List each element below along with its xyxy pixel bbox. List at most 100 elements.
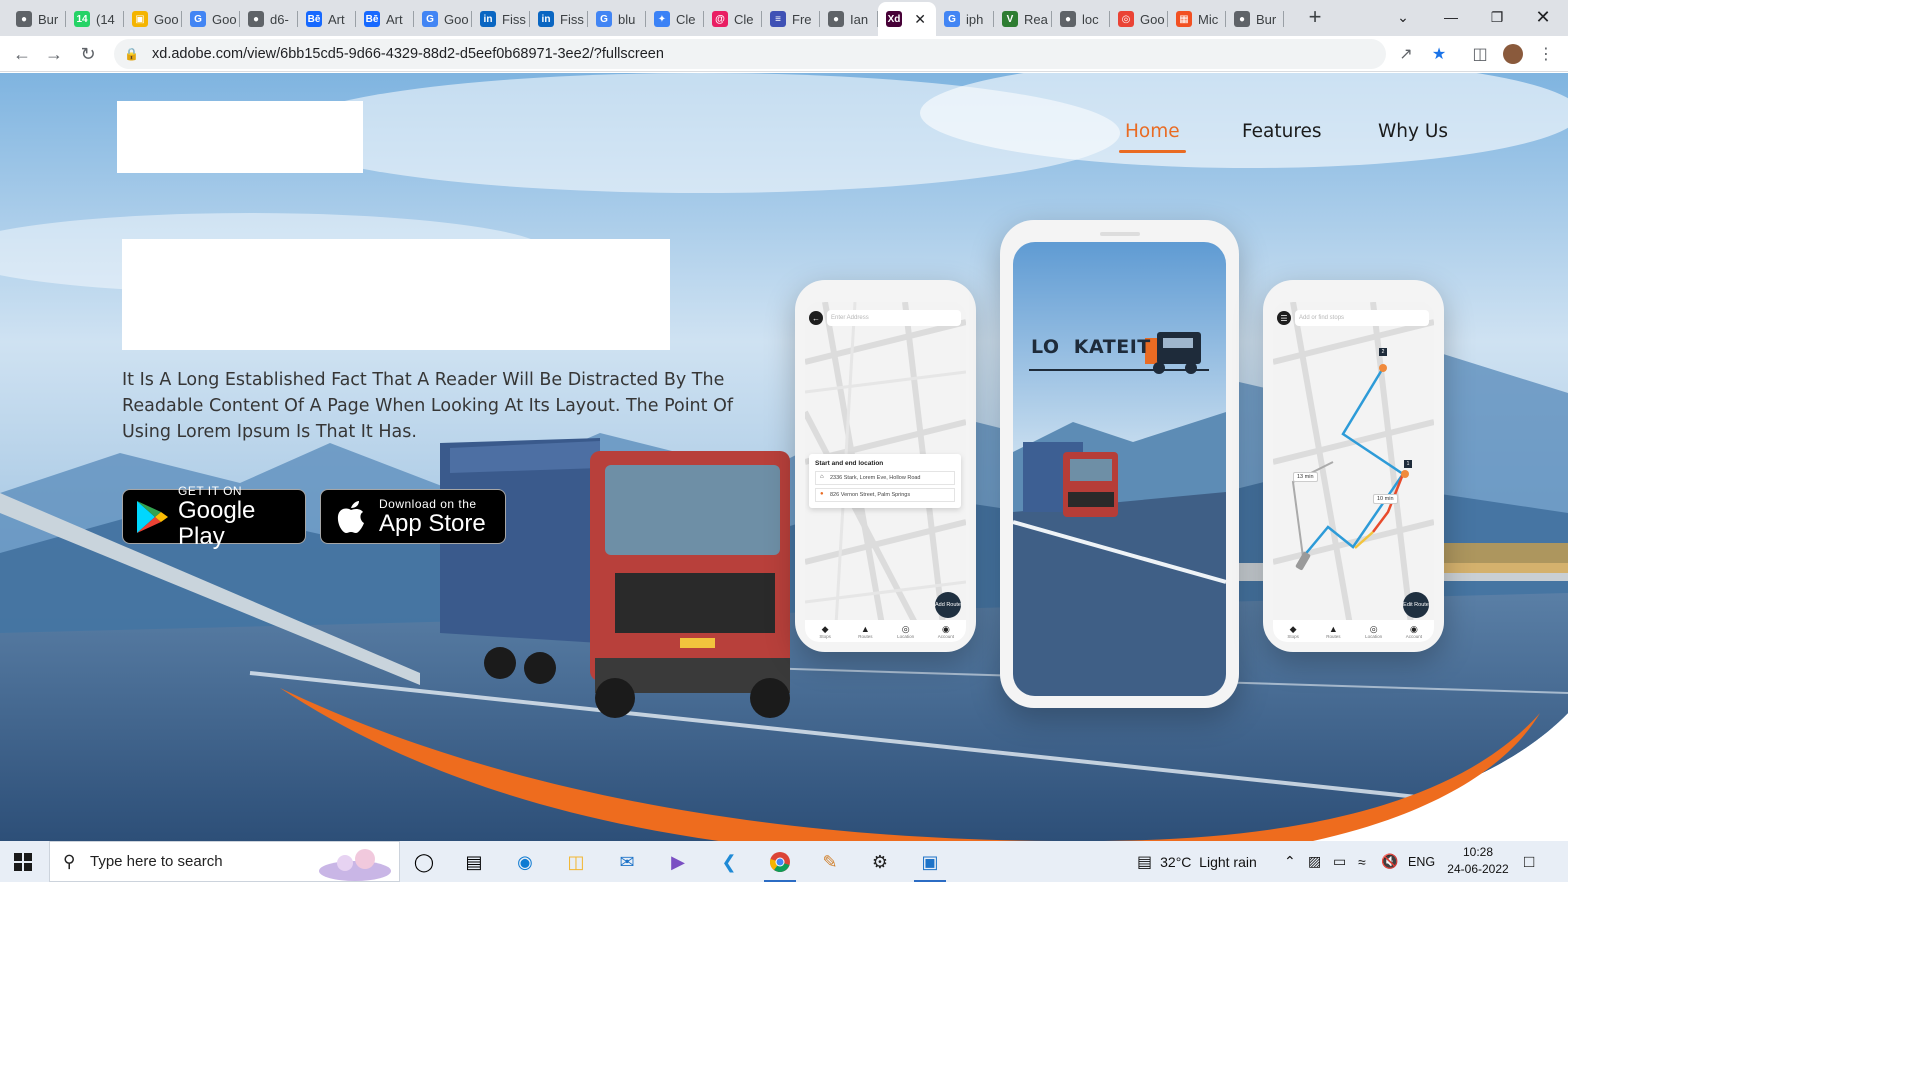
notifications-icon[interactable]: □ xyxy=(1524,841,1534,882)
cortana-icon[interactable]: ◯ xyxy=(404,845,444,879)
back-arrow-icon[interactable]: ← xyxy=(809,311,823,325)
browser-tab[interactable]: 14 (14 xyxy=(66,2,124,36)
browser-tab[interactable]: Giph xyxy=(936,2,994,36)
clock[interactable]: 10:28 24-06-2022 xyxy=(1440,844,1516,878)
tab-title: Mic xyxy=(1198,11,1219,27)
clock-date: 24-06-2022 xyxy=(1447,862,1509,876)
tab-title: iph xyxy=(966,11,984,27)
minimize-button[interactable]: — xyxy=(1428,0,1474,34)
xd-prototype-page: Home Features Why Us It Is A Long Establ… xyxy=(0,73,1568,841)
profile-avatar[interactable] xyxy=(1497,36,1529,72)
browser-tab[interactable]: ▦ Mic xyxy=(1168,2,1226,36)
browser-tab[interactable]: Xd ✕ xyxy=(878,2,936,36)
lookateit-logo: LO KATEIT xyxy=(1029,330,1213,376)
windows-start-icon[interactable] xyxy=(14,853,32,871)
forward-button[interactable]: → xyxy=(38,38,70,70)
address-search-field[interactable]: Enter Address xyxy=(827,310,961,326)
browser-tab[interactable]: in Fiss xyxy=(472,2,530,36)
app-store-button[interactable]: Download on the App Store xyxy=(320,489,506,544)
google-icon: G xyxy=(944,11,960,27)
google-icon: G xyxy=(422,11,438,27)
tab-title: Goo xyxy=(212,11,237,27)
menu-icon[interactable]: ☰ xyxy=(1277,311,1291,325)
vscode-icon[interactable]: ❮ xyxy=(709,845,749,879)
tab-title: Goo xyxy=(444,11,469,27)
google-play-button[interactable]: GET IT ON Google Play xyxy=(122,484,306,549)
browser-tab[interactable]: V Rea xyxy=(994,2,1052,36)
browser-tab[interactable]: in Fiss xyxy=(530,2,588,36)
tab-account[interactable]: ◉ Account xyxy=(1400,624,1428,639)
browser-tab[interactable]: ● Ian xyxy=(820,2,878,36)
tab-location[interactable]: ◎ Location xyxy=(1360,624,1388,639)
chrome-icon[interactable] xyxy=(760,845,800,882)
weather-widget[interactable]: ▤ 32°C Light rain xyxy=(1137,841,1257,882)
stops-icon: ◆ xyxy=(821,623,829,634)
visual-studio-icon[interactable]: ▶ xyxy=(658,845,698,879)
nav-features[interactable]: Features xyxy=(1242,121,1322,142)
volume-muted-icon[interactable]: 🔇 xyxy=(1381,841,1398,882)
show-hidden-icons[interactable]: ⌃ xyxy=(1284,841,1296,882)
browser-tab[interactable]: ▣ Goo xyxy=(124,2,182,36)
tab-location[interactable]: ◎ Location xyxy=(892,624,920,639)
bookmark-star-icon[interactable]: ★ xyxy=(1423,36,1455,72)
browser-tab[interactable]: Bē Art xyxy=(356,2,414,36)
browser-tab[interactable]: ✦ Cle xyxy=(646,2,704,36)
address-bar[interactable]: 🔒 xd.adobe.com/view/6bb15cd5-9d66-4329-8… xyxy=(114,39,1386,69)
tab-search-icon[interactable]: ⌄ xyxy=(1380,0,1426,34)
task-view-icon[interactable]: ▤ xyxy=(454,845,494,879)
back-button[interactable]: ← xyxy=(6,38,38,70)
wifi-icon[interactable]: ≈ xyxy=(1358,841,1366,882)
tab-title: Cle xyxy=(734,11,754,27)
new-tab-button[interactable]: + xyxy=(1300,4,1330,30)
spiral-icon: @ xyxy=(712,11,728,27)
tab-title: Ian xyxy=(850,11,869,27)
file-explorer-icon[interactable]: ◫ xyxy=(556,845,596,879)
add-route-button[interactable]: Add Route xyxy=(935,592,961,618)
time-badge-b: 10 min xyxy=(1373,494,1398,504)
taskbar-search[interactable]: ⚲ Type here to search xyxy=(49,841,400,882)
browser-tab[interactable]: ◎ Goo xyxy=(1110,2,1168,36)
nav-why-us[interactable]: Why Us xyxy=(1378,121,1448,142)
edge-icon[interactable]: ◉ xyxy=(505,845,545,879)
close-window-button[interactable]: ✕ xyxy=(1520,0,1566,34)
browser-tab[interactable]: ● loc xyxy=(1052,2,1110,36)
browser-tab[interactable]: ● d6- xyxy=(240,2,298,36)
battery-icon[interactable]: ▭ xyxy=(1333,841,1346,882)
browser-tab[interactable]: Gblu xyxy=(588,2,646,36)
browser-tab[interactable]: ≡ Fre xyxy=(762,2,820,36)
location-icon: ◎ xyxy=(1369,623,1378,634)
close-tab-icon[interactable]: ✕ xyxy=(914,11,926,28)
browser-tab[interactable]: ● Bur xyxy=(1226,2,1284,36)
photos-icon[interactable]: ▣ xyxy=(910,845,950,882)
side-panel-icon[interactable]: ◫ xyxy=(1464,36,1496,72)
mail-icon[interactable]: ✉ xyxy=(607,845,647,879)
tab-stops[interactable]: ◆ Stops xyxy=(1279,624,1307,639)
browser-tab[interactable]: Bē Art xyxy=(298,2,356,36)
tab-routes[interactable]: ▲ Routes xyxy=(851,624,879,639)
browser-tab[interactable]: @ Cle xyxy=(704,2,762,36)
stops-search-field[interactable]: Add or find stops xyxy=(1295,310,1429,326)
browser-tab[interactable]: ● Bur xyxy=(8,2,66,36)
microsoft-icon: ▦ xyxy=(1176,11,1192,27)
nav-home[interactable]: Home xyxy=(1119,121,1186,153)
url-text: xd.adobe.com/view/6bb15cd5-9d66-4329-88d… xyxy=(152,46,664,62)
start-address-row[interactable]: ⌂ 2336 Stark, Lorem Eve, Hollow Road xyxy=(815,471,955,485)
maximize-button[interactable]: ❐ xyxy=(1474,0,1520,34)
paint-icon[interactable]: ✎ xyxy=(810,845,850,879)
menu-icon[interactable]: ⋮ xyxy=(1530,36,1562,72)
reload-button[interactable]: ↻ xyxy=(72,38,104,70)
end-address: 826 Vernon Street, Palm Springs xyxy=(830,492,911,498)
stop-1-badge: 1 xyxy=(1404,460,1412,468)
tab-account[interactable]: ◉ Account xyxy=(932,624,960,639)
settings-gear-icon[interactable]: ⚙ xyxy=(860,845,900,879)
share-icon[interactable]: ↗ xyxy=(1390,36,1422,72)
tab-stops[interactable]: ◆ Stops xyxy=(811,624,839,639)
browser-tab[interactable]: G Goo xyxy=(414,2,472,36)
end-address-row[interactable]: ● 826 Vernon Street, Palm Springs xyxy=(815,488,955,502)
language-indicator[interactable]: ENG xyxy=(1408,841,1435,882)
tab-routes[interactable]: ▲ Routes xyxy=(1319,624,1347,639)
adobe-xd-icon: Xd xyxy=(886,11,902,27)
edit-route-button[interactable]: Edit Route xyxy=(1403,592,1429,618)
meet-now-icon[interactable]: ▨ xyxy=(1308,841,1321,882)
browser-tab[interactable]: G Goo xyxy=(182,2,240,36)
